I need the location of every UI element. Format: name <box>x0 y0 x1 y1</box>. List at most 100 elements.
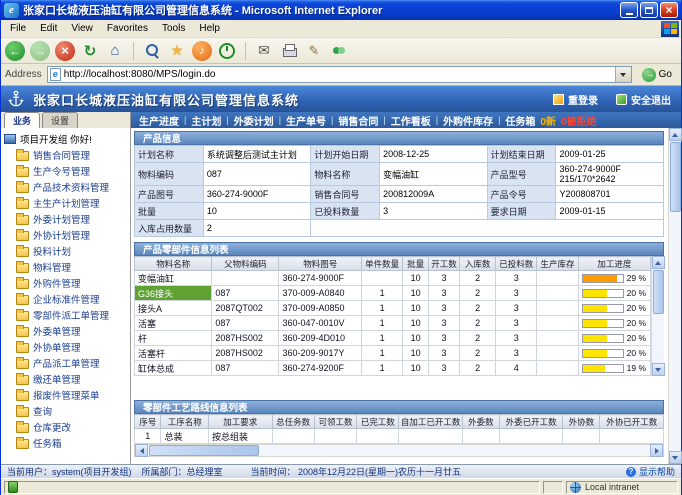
table-row[interactable]: 变幅油缸360-274-9000F1032329 % <box>135 271 651 286</box>
column-header[interactable]: 单件数量 <box>362 257 403 271</box>
print-icon[interactable] <box>279 41 299 61</box>
stop-icon[interactable] <box>55 41 75 61</box>
sidebar-item[interactable]: 外委计划管理 <box>4 211 130 227</box>
refresh-icon[interactable] <box>80 41 100 61</box>
sidebar-item[interactable]: 零部件派工单管理 <box>4 307 130 323</box>
nav-item[interactable]: 主计划 <box>191 113 221 128</box>
column-header[interactable]: 物料图号 <box>279 257 362 271</box>
scroll-up-button[interactable] <box>652 256 665 269</box>
column-header[interactable]: 开工数 <box>429 257 460 271</box>
scroll-down-button[interactable] <box>652 363 665 376</box>
menu-item-edit[interactable]: Edit <box>33 21 64 36</box>
messenger-icon[interactable] <box>329 41 349 61</box>
menu-item-help[interactable]: Help <box>192 21 227 36</box>
table-row[interactable]: 1总装按总组装 <box>135 429 664 444</box>
column-header[interactable]: 已完工数 <box>357 415 399 429</box>
sidebar-item[interactable]: 外协单管理 <box>4 339 130 355</box>
logout-button[interactable]: 安全退出 <box>616 92 671 107</box>
sidebar-item[interactable]: 主生产计划管理 <box>4 195 130 211</box>
address-dropdown-button[interactable] <box>615 67 631 82</box>
column-header[interactable]: 可领工数 <box>314 415 356 429</box>
sidebar-item[interactable]: 查询 <box>4 403 130 419</box>
sidebar-item[interactable]: 企业标准件管理 <box>4 291 130 307</box>
column-header[interactable]: 外协数 <box>563 415 600 429</box>
sidebar-item[interactable]: 外协计划管理 <box>4 227 130 243</box>
address-input[interactable]: http://localhost:8080/MPS/login.do <box>47 66 632 83</box>
history-icon[interactable] <box>217 41 237 61</box>
table-row[interactable]: 活塞杆2087HS002360-209-9017Y11032320 % <box>135 346 651 361</box>
nav-item[interactable]: 外委计划 <box>234 113 274 128</box>
scroll-up-button[interactable] <box>669 128 682 141</box>
taskbox-new-badge[interactable]: 0新 <box>540 113 556 128</box>
sidebar-item[interactable]: 产品派工单管理 <box>4 355 130 371</box>
scroll-right-button[interactable] <box>650 444 663 457</box>
menu-item-favorites[interactable]: Favorites <box>100 21 155 36</box>
maximize-button[interactable] <box>640 2 658 18</box>
column-header[interactable]: 序号 <box>135 415 161 429</box>
table-row[interactable]: 杆2087HS002360-209-4D01011032320 % <box>135 331 651 346</box>
column-header[interactable]: 外委数 <box>462 415 499 429</box>
column-header[interactable]: 生产库存 <box>537 257 578 271</box>
table-row[interactable]: 缸体总成087360-274-9200F11032419 % <box>135 361 651 376</box>
scroll-thumb[interactable] <box>670 142 681 212</box>
column-header[interactable]: 加工要求 <box>209 415 272 429</box>
sidebar-item[interactable]: 外委单管理 <box>4 323 130 339</box>
scroll-thumb[interactable] <box>653 270 664 314</box>
column-header[interactable]: 已投料数 <box>496 257 537 271</box>
sidebar-root[interactable]: 项目开发组 你好! <box>4 131 130 147</box>
sidebar-item[interactable]: 任务箱 <box>4 435 130 451</box>
mail-icon[interactable] <box>254 41 274 61</box>
column-header[interactable]: 外委已开工数 <box>499 415 562 429</box>
close-button[interactable] <box>660 2 678 18</box>
column-header[interactable]: 自加工已开工数 <box>399 415 462 429</box>
scroll-left-button[interactable] <box>135 444 148 457</box>
nav-item[interactable]: 外购件库存 <box>443 113 493 128</box>
search-icon[interactable] <box>142 41 162 61</box>
column-header[interactable]: 加工进度 <box>578 257 650 271</box>
sidebar-item[interactable]: 报废件管理菜单 <box>4 387 130 403</box>
column-header[interactable]: 总任务数 <box>272 415 314 429</box>
nav-item[interactable]: 销售合同 <box>338 113 378 128</box>
sidebar-item[interactable]: 生产令号管理 <box>4 163 130 179</box>
column-header[interactable]: 外协已开工数 <box>600 415 664 429</box>
edit-icon[interactable] <box>304 41 324 61</box>
taskbox-rejected-badge[interactable]: 0被拒绝 <box>561 113 597 128</box>
tab-业务[interactable]: 业务 <box>4 112 40 128</box>
forward-icon[interactable] <box>30 41 50 61</box>
sidebar-item[interactable]: 外购件管理 <box>4 275 130 291</box>
route-table-scrollbar[interactable] <box>134 444 664 457</box>
nav-item[interactable]: 生产单号 <box>286 113 326 128</box>
scroll-thumb[interactable] <box>149 445 259 456</box>
content-scrollbar[interactable] <box>668 128 681 464</box>
relogin-button[interactable]: 重登录 <box>553 92 598 107</box>
menu-item-tools[interactable]: Tools <box>155 21 192 36</box>
column-header[interactable]: 入库数 <box>460 257 496 271</box>
column-header[interactable]: 批量 <box>403 257 429 271</box>
go-button[interactable]: Go <box>637 68 677 82</box>
column-header[interactable]: 父物料编码 <box>212 257 279 271</box>
favorites-icon[interactable] <box>167 41 187 61</box>
scroll-down-button[interactable] <box>669 451 682 464</box>
menu-item-file[interactable]: File <box>3 21 33 36</box>
title-bar[interactable]: 张家口长城液压油缸有限公司管理信息系统 - Microsoft Internet… <box>1 0 681 20</box>
minimize-button[interactable] <box>620 2 638 18</box>
parts-table-scrollbar[interactable] <box>651 256 664 376</box>
back-icon[interactable] <box>5 41 25 61</box>
tab-设置[interactable]: 设置 <box>42 112 78 128</box>
table-row[interactable]: 接头A2087QT002370-009-A085011032320 % <box>135 301 651 316</box>
table-row[interactable]: G36接头087370-009-A084011032320 % <box>135 286 651 301</box>
help-link[interactable]: 显示帮助 <box>626 465 675 478</box>
nav-item[interactable]: 工作看板 <box>391 113 431 128</box>
sidebar-item[interactable]: 产品技术资料管理 <box>4 179 130 195</box>
menu-item-view[interactable]: View <box>64 21 100 36</box>
sidebar-item[interactable]: 物料管理 <box>4 259 130 275</box>
column-header[interactable]: 物料名称 <box>135 257 212 271</box>
column-header[interactable]: 工序名称 <box>161 415 209 429</box>
media-icon[interactable] <box>192 41 212 61</box>
table-row[interactable]: 活塞087360-047-0010V11032320 % <box>135 316 651 331</box>
nav-item[interactable]: 生产进度 <box>139 113 179 128</box>
sidebar-item[interactable]: 销售合同管理 <box>4 147 130 163</box>
nav-item[interactable]: 任务箱 <box>505 113 535 128</box>
sidebar-item[interactable]: 缴还单管理 <box>4 371 130 387</box>
sidebar-item[interactable]: 投料计划 <box>4 243 130 259</box>
